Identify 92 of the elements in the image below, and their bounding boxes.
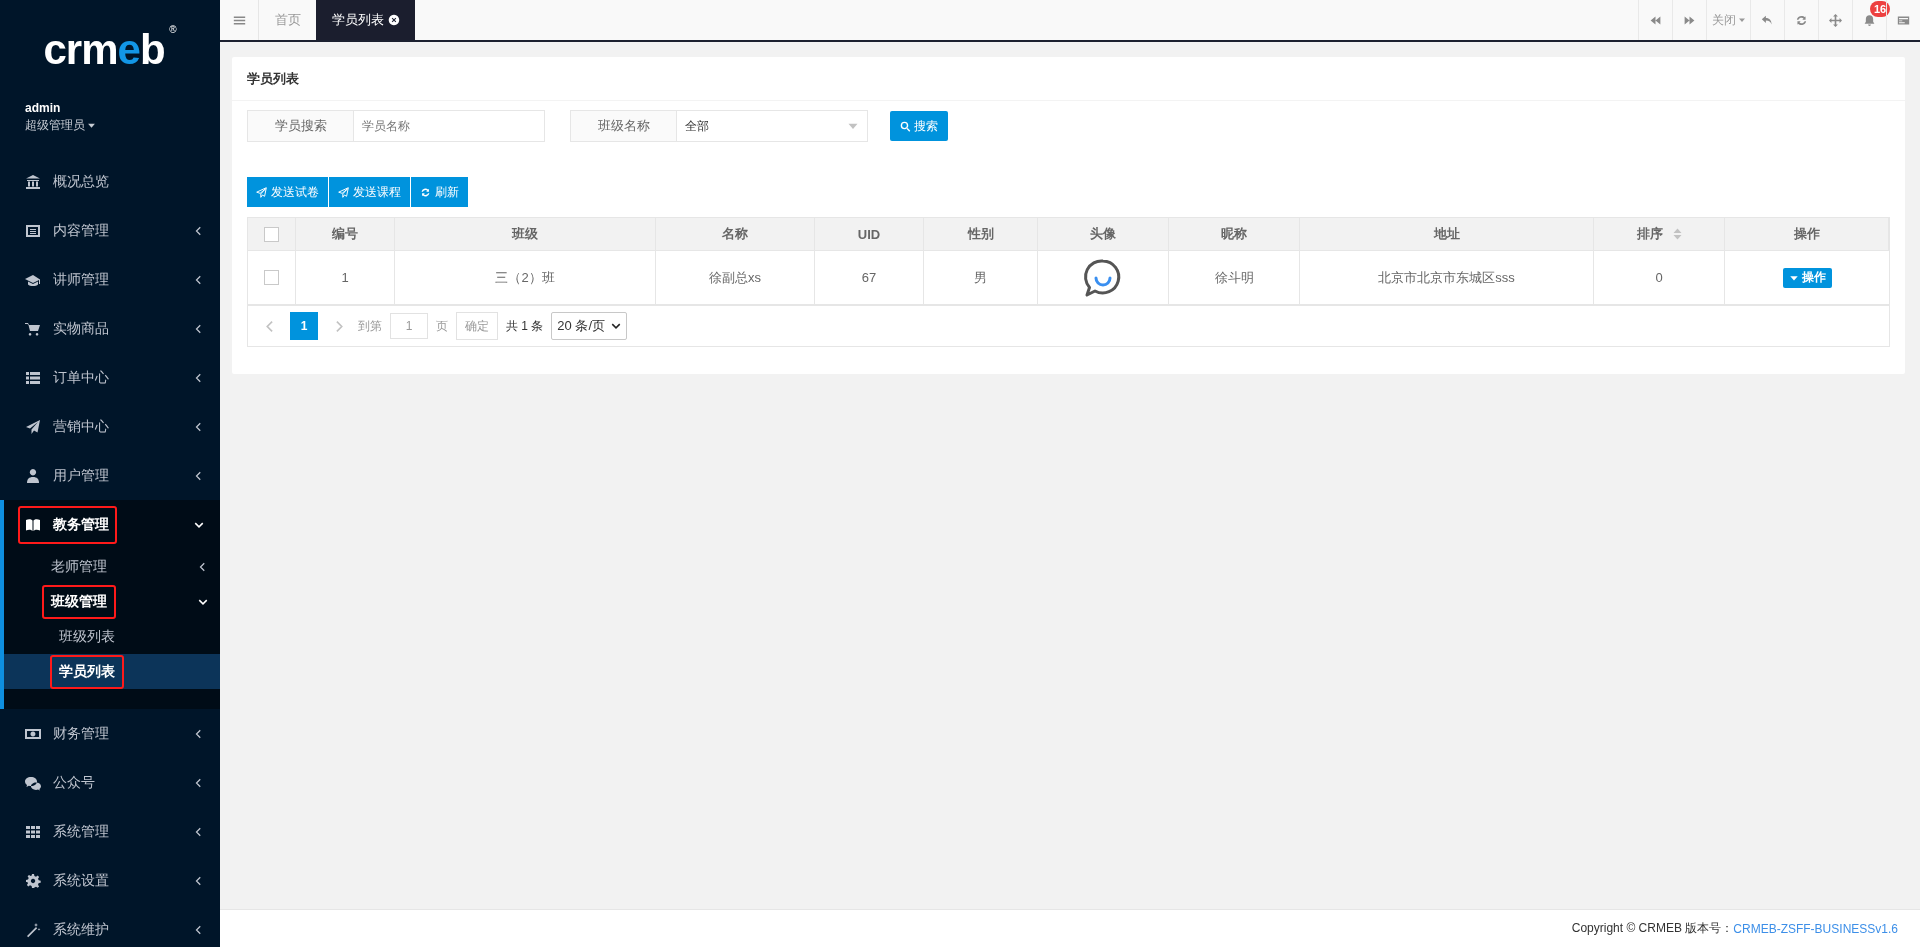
table-cell: 北京市北京市东城区sss [1378,268,1515,287]
page-size-select[interactable]: 20 条/页 [551,312,628,340]
chevron-left-icon [194,274,204,285]
close-icon [388,14,400,26]
chevron-left-icon [194,470,204,481]
chevron-left-icon [194,225,204,236]
column-header[interactable]: 排序 [1636,225,1682,243]
caret-icon [87,121,96,130]
column-header: UID [857,226,881,242]
menu-item[interactable]: 概况总览 [0,157,220,206]
menu-item[interactable]: 学员列表 [4,654,220,689]
menu-item[interactable]: 用户管理 [0,451,220,500]
chevron-left-icon [194,875,204,886]
paper-plane-icon [25,418,41,435]
menu-item[interactable]: 系统维护 [0,905,220,947]
role-dropdown[interactable]: 超级管理员 [25,117,96,134]
settings-icon [25,872,41,889]
chevron-down-icon [611,321,622,331]
notification-badge: 16 [1870,1,1891,17]
column-header: 名称 [722,225,748,243]
search-field[interactable]: 学员名称 [354,110,545,142]
chevron-left-icon [198,561,208,572]
paper-plane-icon [338,186,349,198]
chevron-left-icon [194,924,204,935]
column-header: 性别 [967,225,994,243]
table-cell: 0 [1655,270,1663,285]
avatar-icon [1083,257,1123,298]
menu-item[interactable]: 公众号 [0,758,220,807]
list-icon [25,369,41,386]
cards-icon [1897,13,1910,27]
column-header: 操作 [1793,225,1820,243]
checkbox[interactable] [264,226,279,242]
logo: crmeb$^{®}$ [43,22,177,74]
move-icon [1829,13,1842,27]
table-cell: 徐副总xs [709,268,761,287]
magic-wand-icon [25,921,41,938]
menu-item[interactable]: 教务管理 [4,500,220,549]
copyright-text: Copyright © CRMEB 版本号： [1571,920,1734,937]
page-unit: 页 [436,317,448,335]
menu-item[interactable]: 内容管理 [0,206,220,255]
panel-title: 学员列表 [247,69,299,88]
table-cell: 徐斗明 [1214,268,1254,287]
table-cell: 1 [341,270,349,285]
chevron-left-icon [194,421,204,432]
backward-icon [1649,13,1662,27]
field-label: 学员搜索 [247,110,354,142]
goto-label: 到第 [358,317,382,335]
cart-icon [25,320,41,337]
newspaper-icon [25,222,41,239]
chevron-left-icon [194,777,204,788]
bell-icon [1863,13,1876,27]
menu-item[interactable]: 班级列表 [4,619,220,654]
tab[interactable]: 学员列表 [316,0,415,40]
field-label: 班级名称 [570,110,677,142]
checkbox[interactable] [264,270,279,285]
menu-item[interactable]: 系统管理 [0,807,220,856]
user-icon [25,467,41,484]
column-header: 地址 [1433,225,1460,243]
column-header: 编号 [332,225,358,243]
column-header: 昵称 [1221,225,1247,243]
menu-item[interactable]: 系统设置 [0,856,220,905]
menu-item[interactable]: 实物商品 [0,304,220,353]
chevron-left-icon [194,372,204,383]
search-icon [900,120,911,132]
bank-icon [25,173,41,190]
grid-icon [25,823,41,840]
total-count: 共 1 条 [506,317,544,335]
refresh-icon [1795,13,1808,27]
sort-icon[interactable] [1672,228,1682,240]
menu-item[interactable]: 财务管理 [0,709,220,758]
refresh-icon [420,186,431,198]
menu-item[interactable]: 营销中心 [0,402,220,451]
table-cell: 三（2）班 [495,268,555,287]
menu-item[interactable]: 老师管理 [4,549,220,584]
bell-button[interactable]: 16 [1852,0,1886,40]
menu-item[interactable]: 订单中心 [0,353,220,402]
menu-item[interactable]: 班级管理 [4,584,220,619]
column-header: 头像 [1090,225,1116,243]
menu-icon [232,13,246,27]
chevron-left-icon [194,323,204,334]
caret-icon [1737,16,1746,24]
chat-bubbles-icon [25,774,41,791]
column-header: 班级 [512,225,538,243]
chevron-left-icon [194,826,204,837]
user-name: admin [25,101,61,115]
table-cell: 男 [974,268,987,287]
chevron-left-icon [194,728,204,739]
table-cell: 67 [861,270,877,285]
menu-item[interactable]: 讲师管理 [0,255,220,304]
class-select[interactable]: 全部 [677,110,868,142]
book-icon [25,516,41,533]
paper-plane-icon [256,186,267,198]
